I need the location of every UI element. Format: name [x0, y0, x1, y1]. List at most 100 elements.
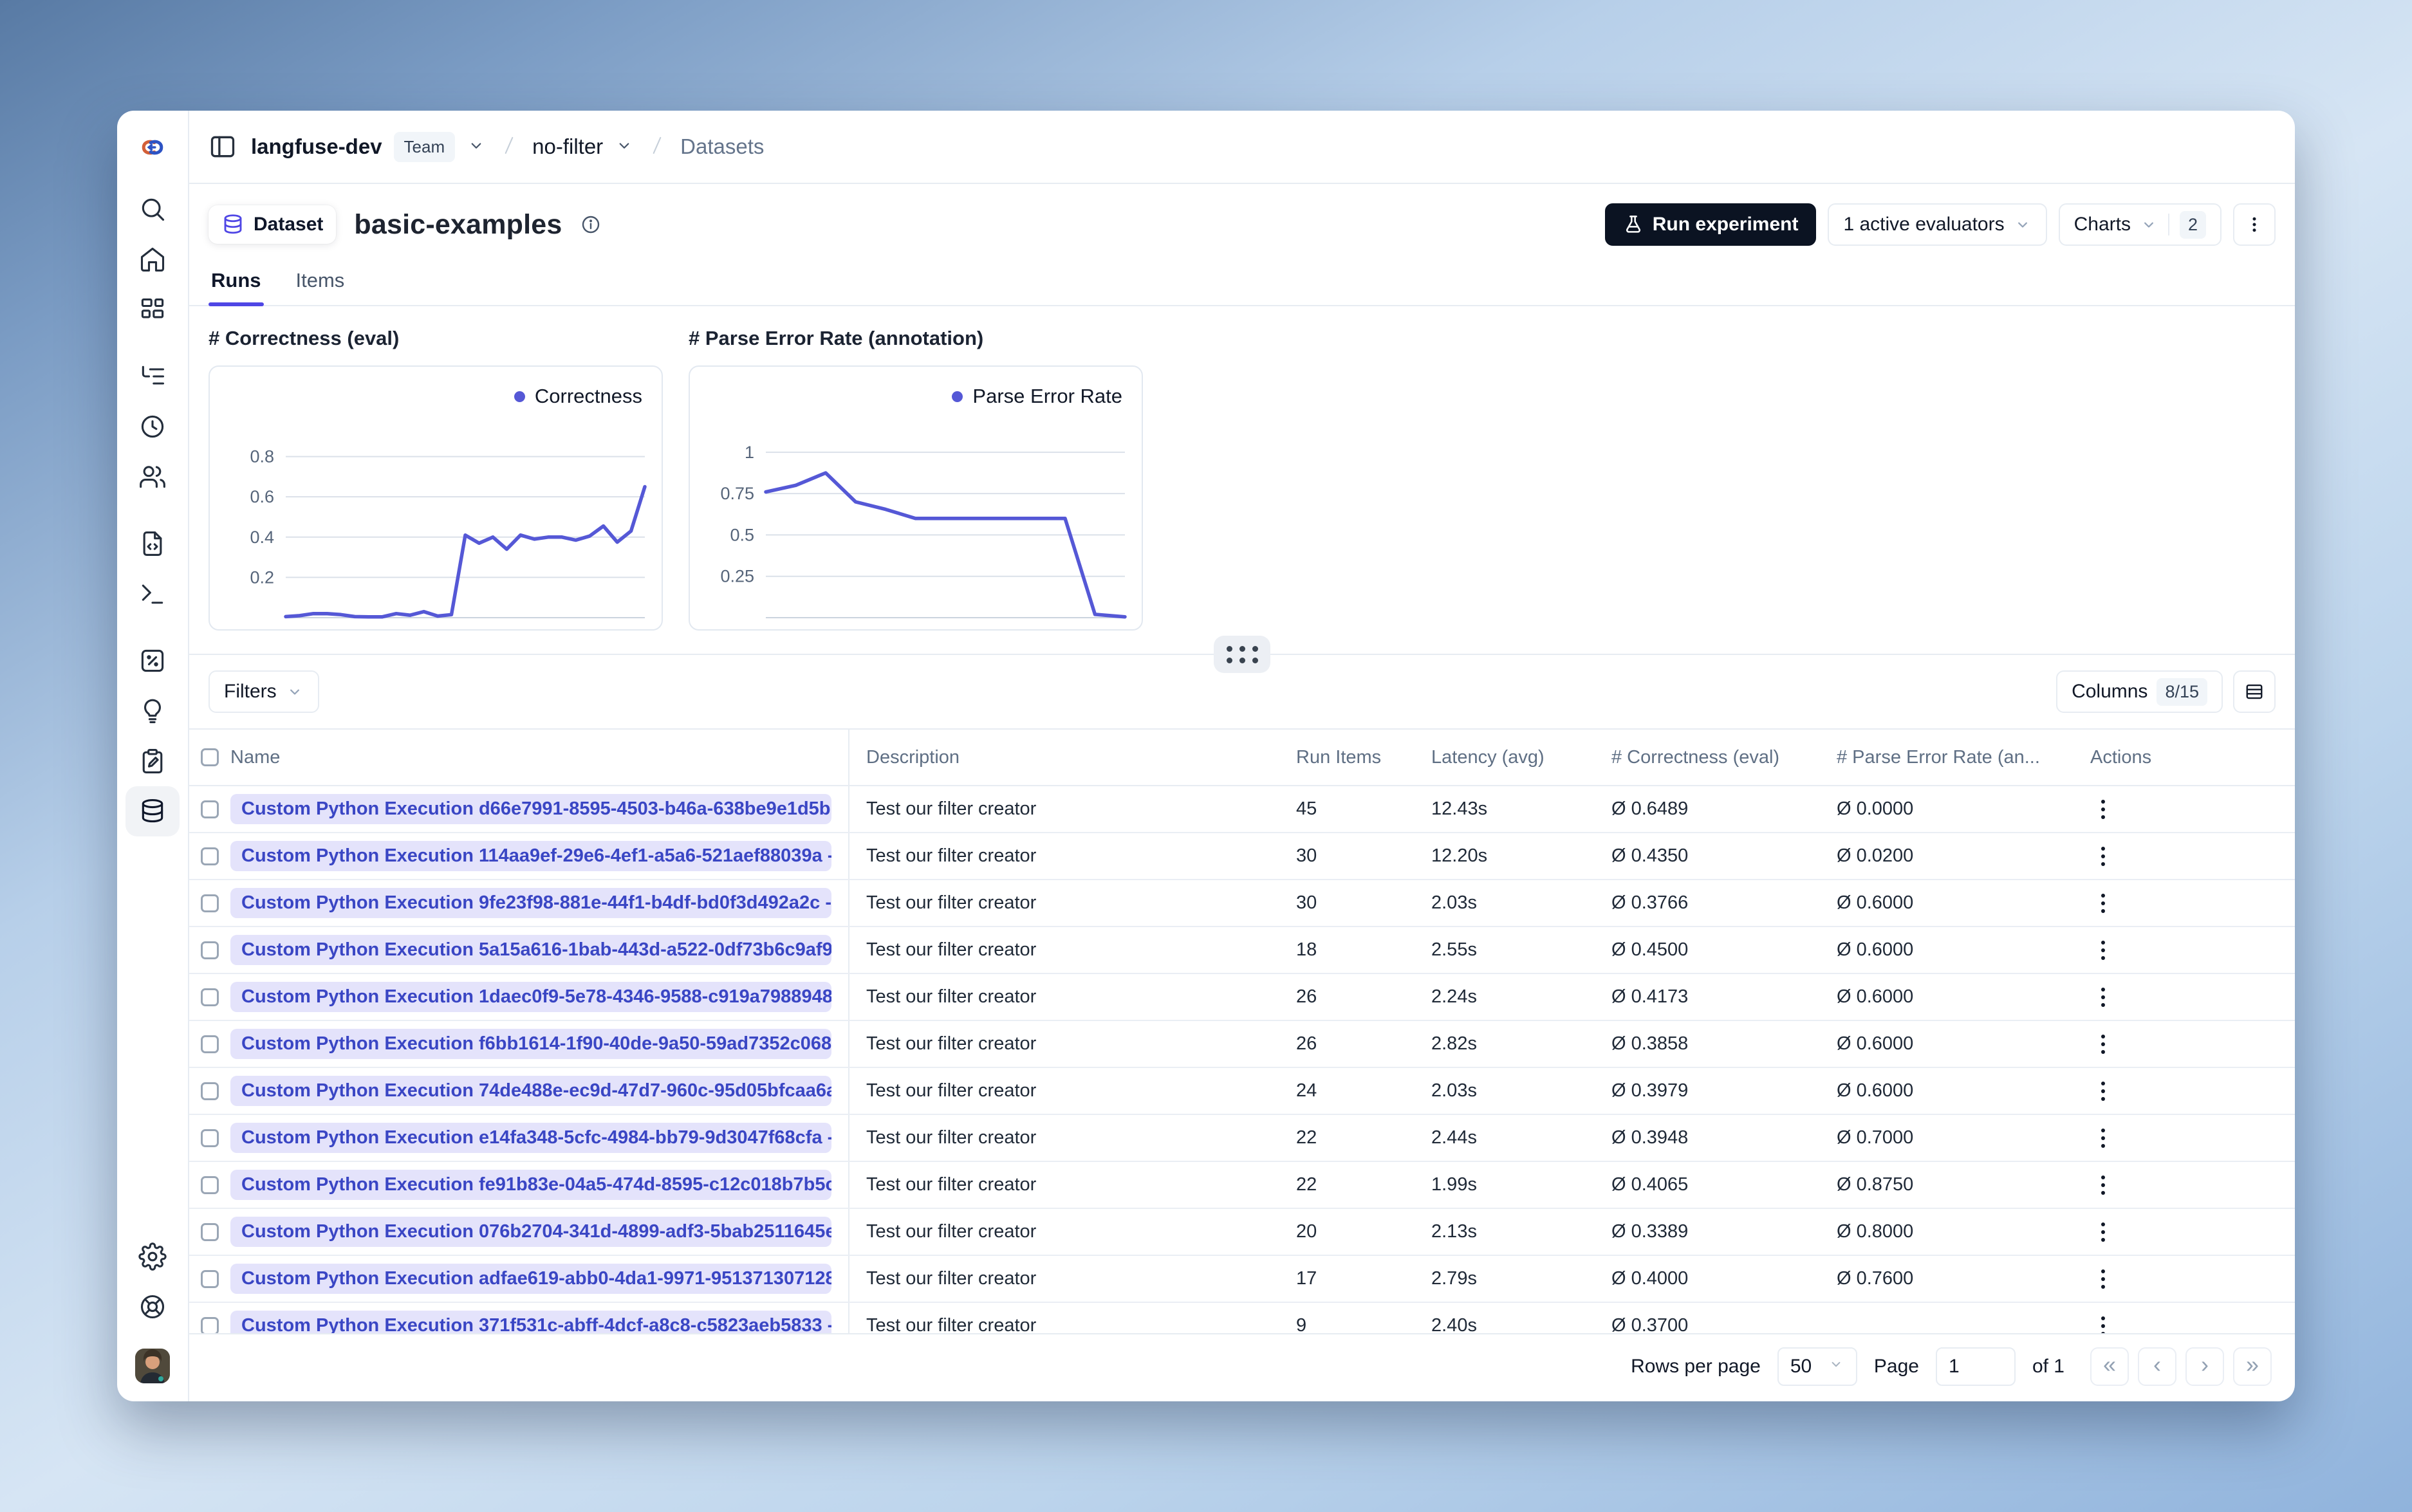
sidebar-item-users[interactable]	[125, 452, 180, 502]
sidebar-item-prompts[interactable]	[125, 519, 180, 569]
run-name-link[interactable]: Custom Python Execution e14fa348-5cfc-49…	[230, 1123, 831, 1153]
user-avatar[interactable]	[135, 1349, 170, 1383]
filters-button[interactable]: Filters	[209, 670, 319, 713]
page-label: Page	[1873, 1356, 1919, 1377]
more-actions-button[interactable]	[2233, 203, 2276, 246]
row-height-button[interactable]	[2233, 670, 2276, 713]
page-title: basic-examples	[354, 208, 562, 240]
header-run-items[interactable]: Run Items	[1296, 747, 1431, 768]
row-checkbox-cell	[189, 1269, 230, 1288]
breadcrumb-section[interactable]: Datasets	[680, 134, 764, 159]
row-checkbox[interactable]	[201, 1175, 219, 1194]
row-checkbox[interactable]	[201, 941, 219, 959]
header-description[interactable]: Description	[849, 747, 1296, 768]
row-checkbox[interactable]	[201, 1222, 219, 1241]
row-menu-icon[interactable]	[2090, 940, 2116, 960]
chevron-down-icon[interactable]	[467, 136, 486, 158]
run-name-link[interactable]: Custom Python Execution 74de488e-ec9d-47…	[230, 1076, 831, 1106]
sidebar-item-tracing[interactable]	[125, 351, 180, 401]
row-menu-icon[interactable]	[2090, 1316, 2116, 1333]
home-icon	[140, 247, 165, 272]
users-icon	[140, 466, 165, 488]
rows-per-page-select[interactable]: 50	[1777, 1347, 1857, 1386]
row-menu-icon[interactable]	[2090, 1269, 2116, 1289]
row-menu-icon[interactable]	[2090, 893, 2116, 913]
support-icon	[140, 1295, 165, 1319]
tab-items[interactable]: Items	[293, 259, 348, 305]
line-chart-canvas: 1 0.75 0.5 0.25	[720, 443, 1127, 619]
row-checkbox[interactable]	[201, 847, 219, 865]
next-page-button[interactable]: ›	[2185, 1347, 2224, 1386]
select-all-checkbox[interactable]	[201, 748, 219, 766]
chart-title: # Correctness (eval)	[209, 327, 400, 349]
row-menu-icon[interactable]	[2090, 987, 2116, 1007]
sidebar-item-dashboard[interactable]	[125, 284, 180, 335]
run-name-link[interactable]: Custom Python Execution 076b2704-341d-48…	[230, 1217, 831, 1247]
row-menu-icon[interactable]	[2090, 1034, 2116, 1054]
cell-latency: 2.03s	[1431, 892, 1477, 913]
cell-description: Test our filter creator	[866, 1033, 1037, 1054]
run-experiment-button[interactable]: Run experiment	[1604, 203, 1817, 246]
row-checkbox[interactable]	[201, 1035, 219, 1053]
run-name-link[interactable]: Custom Python Execution 5a15a616-1bab-44…	[230, 935, 831, 965]
run-name-link[interactable]: Custom Python Execution 1daec0f9-5e78-43…	[230, 982, 831, 1012]
run-name-link[interactable]: Custom Python Execution 371f531c-abff-4d…	[230, 1311, 831, 1333]
cell-name: Custom Python Execution d66e7991-8595-45…	[230, 786, 849, 832]
cell-run-items: 24	[1296, 1080, 1317, 1101]
topbar: langfuse-dev Team no-filter Datasets	[189, 111, 2295, 184]
row-checkbox[interactable]	[201, 988, 219, 1006]
run-name-link[interactable]: Custom Python Execution 114aa9ef-29e6-4e…	[230, 841, 831, 871]
tab-runs[interactable]: Runs	[209, 259, 264, 306]
row-checkbox[interactable]	[201, 1082, 219, 1100]
row-checkbox[interactable]	[201, 1129, 219, 1147]
last-page-button[interactable]: »	[2233, 1347, 2272, 1386]
row-menu-icon[interactable]	[2090, 846, 2116, 866]
sidebar-item-evaluators[interactable]	[125, 686, 180, 736]
header-parse-error-rate[interactable]: # Parse Error Rate (an...	[1837, 747, 2062, 768]
table-row: Custom Python Execution 5a15a616-1bab-44…	[189, 927, 2295, 974]
run-name-link[interactable]: Custom Python Execution fe91b83e-04a5-47…	[230, 1170, 831, 1200]
header-name[interactable]: Name	[230, 730, 849, 785]
chevron-down-icon[interactable]	[615, 136, 634, 158]
charts-button[interactable]: Charts 2	[2058, 203, 2222, 246]
run-name-link[interactable]: Custom Python Execution 9fe23f98-881e-44…	[230, 888, 831, 918]
row-menu-icon[interactable]	[2090, 1128, 2116, 1148]
breadcrumb-project[interactable]: no-filter	[532, 134, 603, 159]
run-name-link[interactable]: Custom Python Execution f6bb1614-1f90-40…	[230, 1029, 831, 1059]
sidebar-item-scores[interactable]	[125, 636, 180, 686]
sidebar-toggle-icon[interactable]	[209, 133, 237, 161]
row-menu-icon[interactable]	[2090, 1081, 2116, 1101]
row-checkbox[interactable]	[201, 1316, 219, 1333]
row-checkbox[interactable]	[201, 1269, 219, 1288]
langfuse-logo[interactable]	[138, 111, 167, 184]
cell-actions	[2062, 1128, 2295, 1148]
run-name-link[interactable]: Custom Python Execution d66e7991-8595-45…	[230, 794, 831, 824]
sidebar-item-playground[interactable]	[125, 569, 180, 619]
sidebar-item-datasets[interactable]	[125, 786, 180, 836]
previous-page-button[interactable]: ‹	[2138, 1347, 2176, 1386]
info-icon[interactable]	[580, 214, 601, 235]
page-number-input[interactable]: 1	[1935, 1347, 2016, 1386]
sidebar-item-settings[interactable]	[125, 1231, 180, 1282]
header-latency[interactable]: Latency (avg)	[1431, 747, 1611, 768]
sidebar-item-annotation[interactable]	[125, 736, 180, 786]
row-menu-icon[interactable]	[2090, 1175, 2116, 1195]
header-correctness[interactable]: # Correctness (eval)	[1611, 747, 1837, 768]
active-evaluators-button[interactable]: 1 active evaluators	[1828, 203, 2047, 246]
row-checkbox-cell	[189, 1035, 230, 1053]
breadcrumb-org[interactable]: langfuse-dev	[251, 134, 382, 159]
columns-button[interactable]: Columns 8/15	[2056, 670, 2223, 713]
sidebar-item-sessions[interactable]	[125, 401, 180, 452]
row-checkbox-cell	[189, 1129, 230, 1147]
sidebar-item-home[interactable]	[125, 234, 180, 284]
row-checkbox[interactable]	[201, 800, 219, 818]
svg-text:0.25: 0.25	[720, 567, 754, 586]
row-menu-icon[interactable]	[2090, 799, 2116, 819]
first-page-button[interactable]: «	[2090, 1347, 2129, 1386]
resize-grip-handle[interactable]	[1214, 636, 1270, 673]
sidebar-item-search[interactable]	[125, 184, 180, 234]
sidebar-item-support[interactable]	[125, 1282, 180, 1332]
row-menu-icon[interactable]	[2090, 1222, 2116, 1242]
run-name-link[interactable]: Custom Python Execution adfae619-abb0-4d…	[230, 1264, 831, 1294]
row-checkbox[interactable]	[201, 894, 219, 912]
